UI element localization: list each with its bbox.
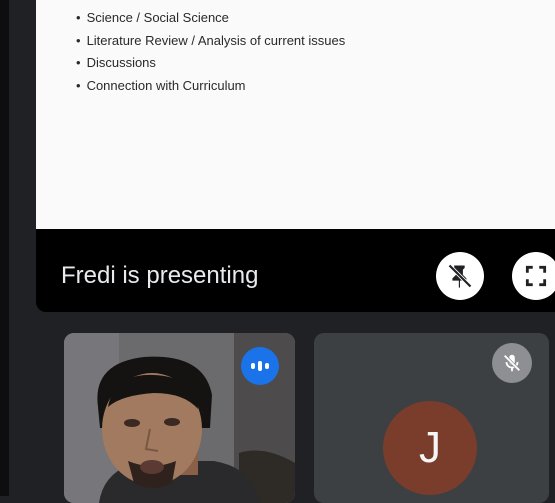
mic-off-icon bbox=[492, 343, 532, 383]
slide-bullet: Discussions bbox=[76, 54, 345, 77]
slide-bullet-list: Science / Social Science Literature Revi… bbox=[76, 9, 346, 100]
unpin-button[interactable] bbox=[436, 252, 484, 300]
slide-bullet: Connection with Curriculum bbox=[76, 77, 345, 100]
speaking-indicator-icon bbox=[241, 347, 279, 385]
participant-tile-avatar[interactable]: J bbox=[314, 333, 549, 503]
presentation-panel: Science / Social Science Literature Revi… bbox=[36, 0, 555, 312]
presenting-status: Fredi is presenting bbox=[61, 262, 259, 289]
slide-bullet: Literature Review / Analysis of current … bbox=[76, 32, 346, 55]
fullscreen-icon bbox=[525, 265, 547, 287]
participant-tile-video[interactable] bbox=[64, 333, 295, 503]
fullscreen-button[interactable] bbox=[512, 252, 555, 300]
slide-bullet: Science / Social Science bbox=[76, 9, 345, 32]
shared-slide: Science / Social Science Literature Revi… bbox=[36, 0, 555, 229]
window-edge bbox=[0, 0, 9, 496]
unpin-icon bbox=[448, 264, 472, 288]
participant-avatar: J bbox=[383, 401, 477, 495]
